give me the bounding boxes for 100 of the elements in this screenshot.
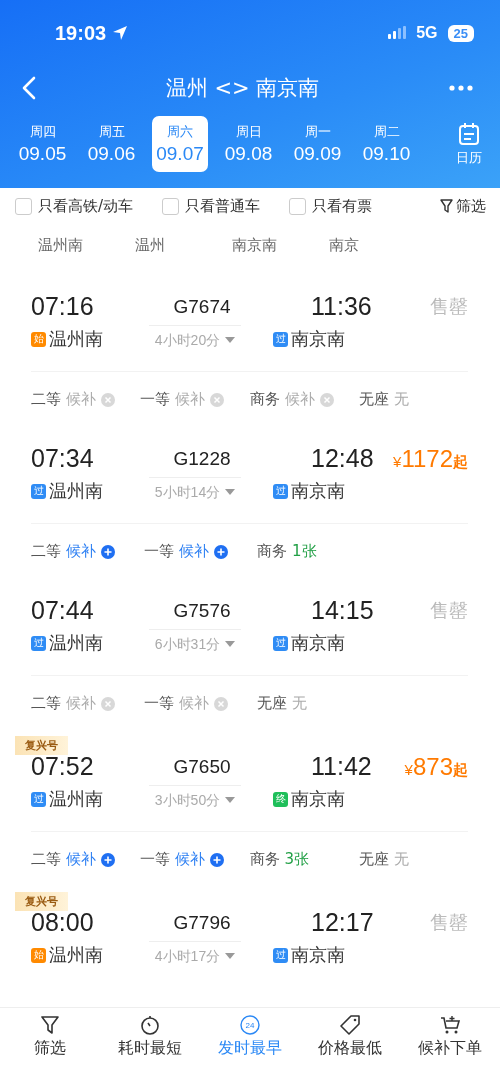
date-tab[interactable]: 周日 09.08 <box>214 116 283 172</box>
add-circle-icon[interactable] <box>210 852 225 867</box>
station-chip[interactable]: 温州南 <box>26 232 123 259</box>
departure-station: 温州南 <box>49 631 103 655</box>
back-icon[interactable] <box>22 76 36 100</box>
station-tag: 过 <box>31 483 46 499</box>
seat-status: 候补 <box>284 390 315 409</box>
seat-class: 商务 <box>249 850 280 869</box>
price: ¥1172起 <box>393 444 468 472</box>
station-tag: 过 <box>273 947 288 963</box>
seat-class: 二等 <box>31 390 61 409</box>
more-icon[interactable] <box>449 85 473 91</box>
seat-class: 二等 <box>31 850 61 869</box>
train-number: G1228 <box>172 447 232 470</box>
sort-tab[interactable]: 候补下单 <box>400 1014 500 1069</box>
add-circle-icon[interactable] <box>214 544 228 559</box>
train-type-badge: 复兴号 <box>15 736 68 755</box>
station-chip[interactable]: 温州 <box>123 232 220 259</box>
seat-status: 候补 <box>175 390 206 409</box>
sort-tab[interactable]: 耗时最短 <box>100 1014 200 1069</box>
seat-class: 无座 <box>358 850 389 869</box>
departure-station: 温州南 <box>49 327 103 351</box>
filter-button[interactable]: 筛选 <box>440 196 486 216</box>
seat-class: 无座 <box>358 390 389 409</box>
seat-status: 候补 <box>66 542 96 561</box>
sold-out-label: 售罄 <box>430 598 468 621</box>
departure-time: 07:44 <box>31 596 95 625</box>
date-tab[interactable]: 周四 09.05 <box>8 116 77 172</box>
station-tag: 过 <box>273 635 288 651</box>
seat-class: 商务 <box>249 390 280 409</box>
add-circle-icon[interactable] <box>101 544 115 559</box>
date-tab[interactable]: 周二 09.10 <box>352 116 421 172</box>
train-number: G7576 <box>172 599 232 622</box>
duration-dropdown[interactable]: 5小时14分 <box>154 483 236 502</box>
arrival-time: 11:42 <box>310 752 373 781</box>
price-tag-icon <box>339 1014 361 1036</box>
arrival-station: 南京南 <box>291 327 345 351</box>
network-label: 5G <box>416 24 438 42</box>
arrival-time: 12:17 <box>310 908 375 937</box>
calendar-button[interactable]: 日历 <box>456 121 492 167</box>
seat-status: 候补 <box>179 694 209 713</box>
station-chip[interactable]: 南京南 <box>220 232 317 259</box>
battery-indicator: 25 <box>447 24 474 42</box>
seat-status: 1张 <box>292 542 317 561</box>
train-type-badge: 复兴号 <box>15 892 68 911</box>
station-tag: 终 <box>273 791 288 807</box>
departure-time: 07:52 <box>31 752 95 781</box>
filter-icon <box>440 199 453 213</box>
date-tab[interactable]: 周一 09.09 <box>283 116 352 172</box>
duration-dropdown[interactable]: 4小时20分 <box>154 331 236 350</box>
arrival-time: 14:15 <box>310 596 375 625</box>
seat-status: 候补 <box>179 542 209 561</box>
sold-out-label: 售罄 <box>430 294 468 317</box>
caret-icon <box>225 953 236 960</box>
station-tag: 始 <box>31 947 46 963</box>
close-circle-icon <box>101 696 115 711</box>
add-circle-icon[interactable] <box>101 852 115 867</box>
caret-icon <box>225 337 236 344</box>
train-number: G7674 <box>172 295 232 318</box>
seat-status: 无 <box>292 694 307 713</box>
duration-dropdown[interactable]: 6小时31分 <box>154 635 236 654</box>
station-tag: 过 <box>31 791 46 807</box>
seat-status: 无 <box>393 850 409 869</box>
sort-tab[interactable]: 价格最低 <box>300 1014 400 1069</box>
caret-icon <box>225 489 236 496</box>
duration-dropdown[interactable]: 3小时50分 <box>154 791 236 810</box>
seat-class: 一等 <box>140 390 171 409</box>
status-time: 19:03 <box>55 21 107 45</box>
filter-checkbox[interactable]: 只看有票 <box>289 196 373 216</box>
seat-status: 候补 <box>66 850 96 869</box>
signal-icon <box>388 26 407 40</box>
departure-station: 温州南 <box>49 479 103 503</box>
clock-icon: 24 <box>239 1014 261 1036</box>
seat-class: 一等 <box>140 850 171 869</box>
close-circle-icon <box>210 392 225 407</box>
seat-status: 候补 <box>66 694 96 713</box>
filter-checkbox[interactable]: 只看高铁/动车 <box>15 196 134 216</box>
sort-tab[interactable]: 24 发时最早 <box>200 1014 300 1069</box>
caret-icon <box>225 797 236 804</box>
filter-checkbox[interactable]: 只看普通车 <box>162 196 261 216</box>
cart-icon <box>439 1014 461 1036</box>
departure-time: 07:34 <box>31 444 95 473</box>
sort-tab[interactable]: 筛选 <box>0 1014 100 1069</box>
filter-icon <box>39 1014 61 1036</box>
date-tab[interactable]: 周五 09.06 <box>77 116 146 172</box>
arrival-station: 南京南 <box>291 479 345 503</box>
seat-class: 商务 <box>257 542 287 561</box>
seat-class: 二等 <box>31 542 61 561</box>
close-circle-icon <box>319 392 334 407</box>
seat-status: 3张 <box>284 850 310 869</box>
station-tag: 始 <box>31 331 46 347</box>
seat-class: 无座 <box>257 694 287 713</box>
date-tab[interactable]: 周六 09.07 <box>152 116 208 172</box>
station-chip[interactable]: 南京 <box>317 232 414 259</box>
seat-class: 一等 <box>144 542 174 561</box>
duration-dropdown[interactable]: 4小时17分 <box>154 947 236 966</box>
seat-status: 候补 <box>175 850 206 869</box>
train-number: G7650 <box>172 755 232 778</box>
price: ¥873起 <box>404 752 468 780</box>
caret-icon <box>225 641 236 648</box>
